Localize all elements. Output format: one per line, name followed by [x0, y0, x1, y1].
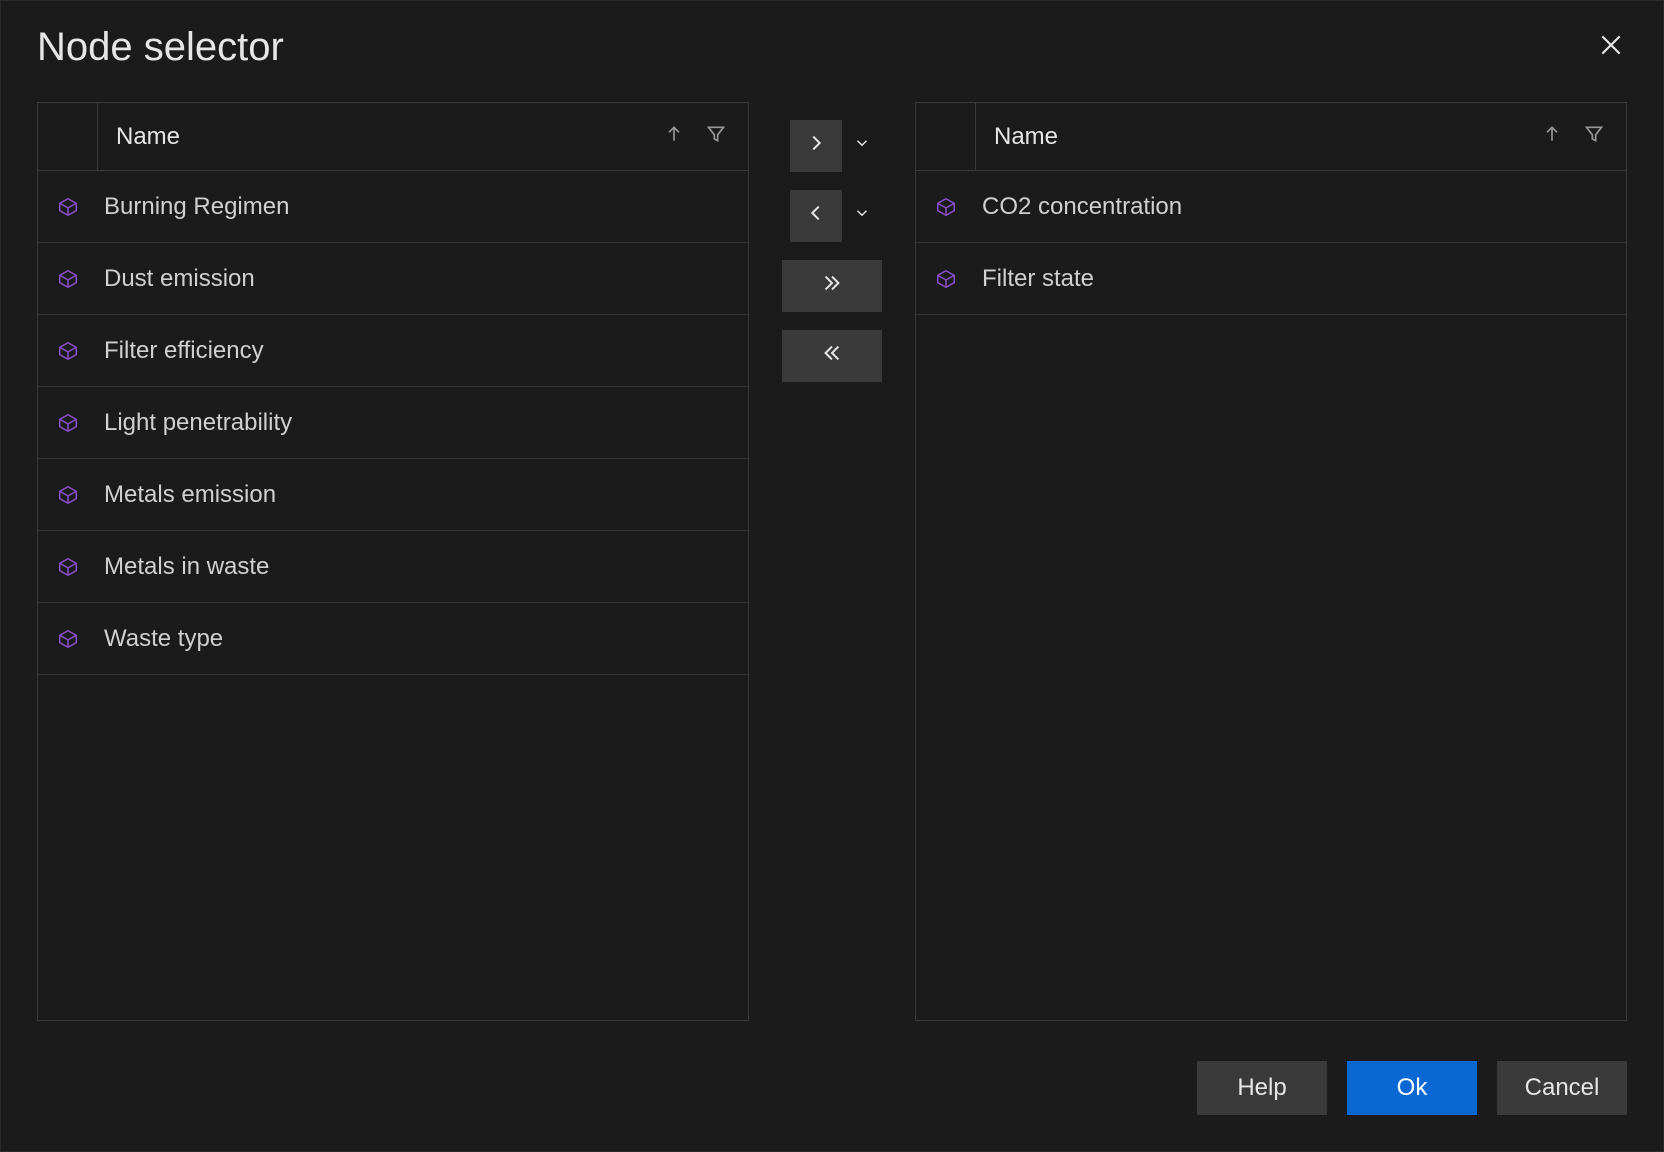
list-item[interactable]: Waste type [38, 603, 748, 675]
selected-header-icon-col [916, 103, 976, 170]
node-selector-dialog: Node selector Name [0, 0, 1664, 1152]
close-icon [1598, 32, 1624, 64]
cancel-button[interactable]: Cancel [1497, 1061, 1627, 1115]
move-left-dropdown[interactable] [850, 204, 874, 228]
list-item[interactable]: Burning Regimen [38, 171, 748, 243]
ok-button[interactable]: Ok [1347, 1061, 1477, 1115]
selected-list-panel: Name [915, 102, 1627, 1021]
list-item[interactable]: Filter efficiency [38, 315, 748, 387]
ok-button-label: Ok [1397, 1074, 1428, 1102]
available-header-label: Name [116, 123, 180, 151]
available-list-body: Burning Regimen Dust emission Filter eff… [38, 171, 748, 1020]
transfer-controls [777, 102, 887, 1021]
filter-button[interactable] [1582, 125, 1606, 149]
help-button-label: Help [1237, 1074, 1286, 1102]
cube-icon [38, 484, 98, 506]
available-header-tools [662, 125, 728, 149]
list-item-label: Metals in waste [98, 553, 730, 581]
double-chevron-right-icon [821, 272, 843, 300]
list-item-label: CO2 concentration [976, 193, 1608, 221]
dialog-footer: Help Ok Cancel [1, 1021, 1663, 1151]
filter-icon [706, 124, 726, 150]
move-all-left-button[interactable] [782, 330, 882, 382]
list-item-label: Metals emission [98, 481, 730, 509]
chevron-right-icon [805, 132, 827, 160]
selected-header-name-col[interactable]: Name [976, 103, 1626, 170]
selected-header-label: Name [994, 123, 1058, 151]
move-left-button[interactable] [790, 190, 842, 242]
list-item-label: Filter state [976, 265, 1608, 293]
move-right-dropdown[interactable] [850, 134, 874, 158]
list-item-label: Filter efficiency [98, 337, 730, 365]
filter-icon [1584, 124, 1604, 150]
available-header-icon-col [38, 103, 98, 170]
move-right-button[interactable] [790, 120, 842, 172]
list-item[interactable]: Filter state [916, 243, 1626, 315]
cube-icon [38, 268, 98, 290]
available-list-header: Name [38, 103, 748, 171]
move-right-row [790, 120, 874, 172]
arrow-up-icon [1542, 124, 1562, 150]
dialog-body: Name [1, 78, 1663, 1021]
move-left-row [790, 190, 874, 242]
list-item-label: Dust emission [98, 265, 730, 293]
cube-icon [38, 340, 98, 362]
list-item[interactable]: Metals emission [38, 459, 748, 531]
cube-icon [38, 196, 98, 218]
chevron-left-icon [805, 202, 827, 230]
cube-icon [38, 412, 98, 434]
double-chevron-left-icon [821, 342, 843, 370]
list-item[interactable]: Dust emission [38, 243, 748, 315]
help-button[interactable]: Help [1197, 1061, 1327, 1115]
cube-icon [916, 196, 976, 218]
list-item[interactable]: CO2 concentration [916, 171, 1626, 243]
close-button[interactable] [1595, 32, 1627, 64]
list-item-label: Waste type [98, 625, 730, 653]
chevron-down-icon [853, 134, 871, 158]
selected-list-body: CO2 concentration Filter state [916, 171, 1626, 1020]
cube-icon [38, 556, 98, 578]
dialog-title: Node selector [37, 25, 284, 70]
list-item-label: Light penetrability [98, 409, 730, 437]
arrow-up-icon [664, 124, 684, 150]
selected-header-tools [1540, 125, 1606, 149]
filter-button[interactable] [704, 125, 728, 149]
available-list-panel: Name [37, 102, 749, 1021]
list-item[interactable]: Metals in waste [38, 531, 748, 603]
list-item[interactable]: Light penetrability [38, 387, 748, 459]
move-all-right-button[interactable] [782, 260, 882, 312]
list-item-label: Burning Regimen [98, 193, 730, 221]
available-header-name-col[interactable]: Name [98, 103, 748, 170]
cancel-button-label: Cancel [1525, 1074, 1600, 1102]
selected-list-header: Name [916, 103, 1626, 171]
titlebar: Node selector [1, 1, 1663, 78]
sort-asc-button[interactable] [1540, 125, 1564, 149]
cube-icon [916, 268, 976, 290]
cube-icon [38, 628, 98, 650]
chevron-down-icon [853, 204, 871, 228]
sort-asc-button[interactable] [662, 125, 686, 149]
